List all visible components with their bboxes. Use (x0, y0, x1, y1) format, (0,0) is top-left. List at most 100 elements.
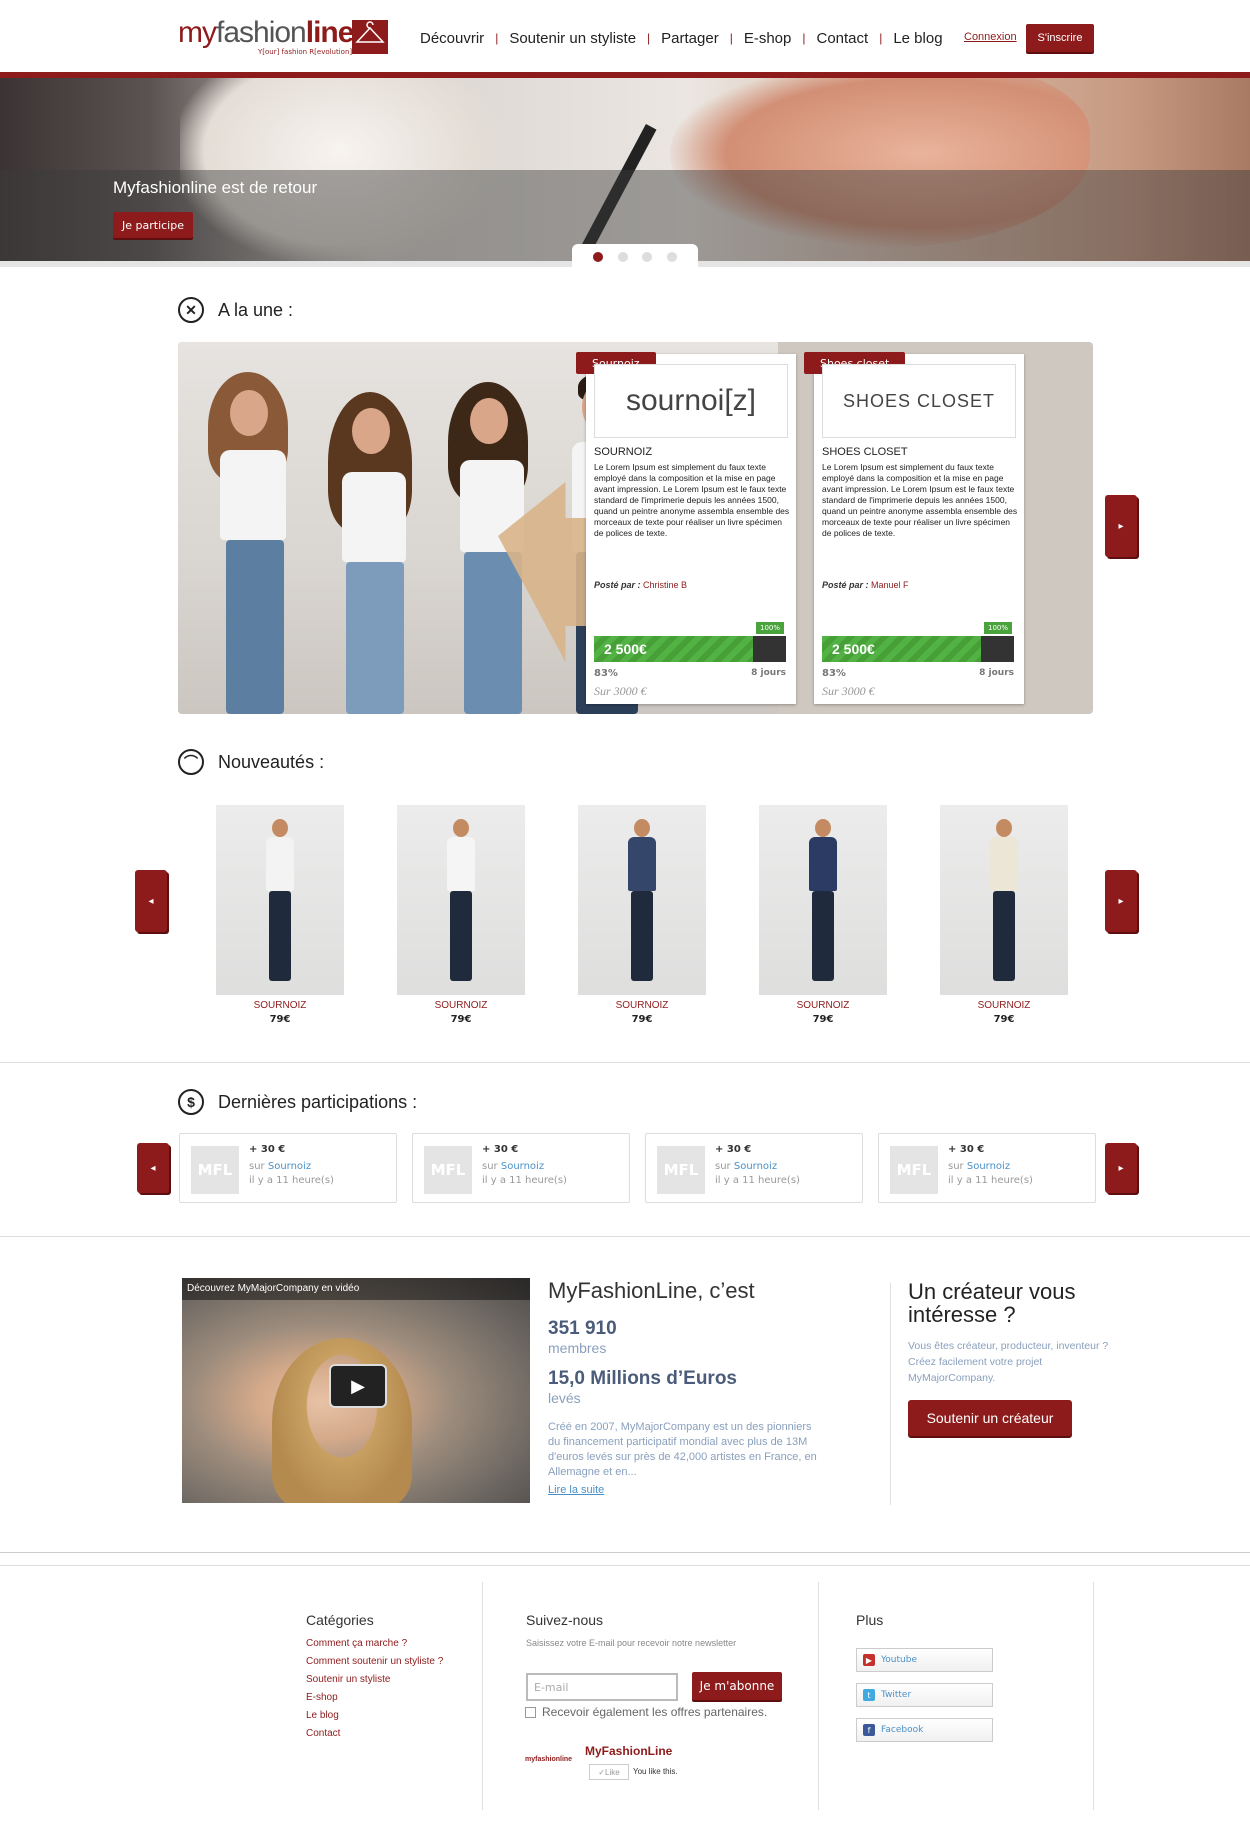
posted-by-user[interactable]: Manuel F (871, 580, 909, 590)
product-item[interactable]: SOURNOIZ 79€ (578, 805, 706, 1025)
signup-button[interactable]: S'inscrire (1026, 24, 1094, 52)
partner-offers-checkbox[interactable] (525, 1706, 536, 1718)
facebook-link[interactable]: f Facebook (856, 1718, 993, 1742)
newsletter-email-input[interactable]: E-mail (526, 1673, 678, 1701)
product-image[interactable] (578, 805, 706, 995)
twitter-icon: t (863, 1689, 875, 1701)
play-icon[interactable]: ▶ (329, 1364, 387, 1408)
video-player[interactable]: Découvrez MyMajorCompany en vidéo ▶ (182, 1278, 530, 1503)
site-logo[interactable]: myfashionline Y[our] fashion R[evolution… (178, 14, 388, 60)
project-card[interactable]: Shoes closet SHOES CLOSET SHOES CLOSET L… (804, 352, 1024, 704)
participations-prev-button[interactable]: ◂ (137, 1143, 169, 1193)
partner-offers-option[interactable]: Recevoir également les offres partenaire… (525, 1705, 767, 1719)
participation-item[interactable]: MFL + 30 € sur Sournoiz il y a 11 heure(… (645, 1133, 863, 1203)
dollar-icon: $ (178, 1089, 204, 1115)
logo-part-line: line (305, 16, 355, 49)
footer-link[interactable]: E-shop (306, 1692, 443, 1703)
featured-heading-text: A la une : (218, 299, 294, 320)
support-creator-button[interactable]: Soutenir un créateur (908, 1400, 1072, 1436)
product-brand[interactable]: SOURNOIZ (578, 1000, 706, 1011)
participation-brand-link[interactable]: Sournoiz (967, 1161, 1010, 1172)
slider-dot[interactable] (667, 252, 678, 262)
product-image[interactable] (759, 805, 887, 995)
footer-column-divider (818, 1582, 819, 1810)
product-item[interactable]: SOURNOIZ 79€ (216, 805, 344, 1025)
slider-dot[interactable] (642, 252, 653, 262)
twitter-link[interactable]: t Twitter (856, 1683, 993, 1707)
fb-like-button[interactable]: ✓ Like (589, 1764, 629, 1780)
fb-like-status: You like this. (633, 1767, 678, 1776)
nav-eshop[interactable]: E-shop (744, 30, 792, 47)
nav-soutenir-styliste[interactable]: Soutenir un styliste (509, 30, 636, 47)
product-brand[interactable]: SOURNOIZ (940, 1000, 1068, 1011)
funding-progress-bar: 2 500€ (822, 636, 1014, 662)
footer-categories-title: Catégories (306, 1612, 374, 1628)
nav-partager[interactable]: Partager (661, 30, 719, 47)
footer-divider (0, 1552, 1250, 1553)
funding-percent: 83% (594, 668, 618, 679)
participation-time: il y a 11 heure(s) (948, 1175, 1033, 1186)
logo-part-my: my (178, 16, 217, 49)
section-divider (0, 1236, 1250, 1237)
featured-next-button[interactable]: ▸ (1105, 495, 1137, 557)
funding-days-left: 8 jours (751, 668, 786, 678)
project-posted-by: Posté par : Manuel F (822, 580, 909, 590)
fb-page-name[interactable]: MyFashionLine (585, 1744, 672, 1758)
partner-offers-label: Recevoir également les offres partenaire… (542, 1705, 768, 1719)
fb-page-logo: myfashionline (525, 1756, 573, 1763)
news-prev-button[interactable]: ◂ (135, 870, 167, 932)
product-item[interactable]: SOURNOIZ 79€ (940, 805, 1068, 1025)
posted-by-user[interactable]: Christine B (643, 580, 687, 590)
footer-column-divider (482, 1582, 483, 1810)
hero-participate-button[interactable]: Je participe (113, 212, 193, 238)
project-description: Le Lorem Ipsum est simplement du faux te… (822, 462, 1018, 538)
login-link[interactable]: Connexion (964, 31, 1017, 43)
slider-dot[interactable] (617, 252, 628, 262)
product-brand[interactable]: SOURNOIZ (759, 1000, 887, 1011)
funds-raised: 15,0 Millions d’Euros (548, 1368, 737, 1389)
product-price: 79€ (450, 1014, 472, 1025)
footer-link[interactable]: Comment ça marche ? (306, 1638, 443, 1649)
product-item[interactable]: SOURNOIZ 79€ (397, 805, 525, 1025)
youtube-link[interactable]: ▶ Youtube (856, 1648, 993, 1672)
subscribe-button[interactable]: Je m'abonne (692, 1672, 782, 1700)
footer-link[interactable]: Soutenir un styliste (306, 1674, 443, 1685)
nav-blog[interactable]: Le blog (893, 30, 942, 47)
participation-brand-link[interactable]: Sournoiz (734, 1161, 777, 1172)
product-image[interactable] (940, 805, 1068, 995)
participant-logo: MFL (424, 1146, 472, 1194)
participation-item[interactable]: MFL + 30 € sur Sournoiz il y a 11 heure(… (878, 1133, 1096, 1203)
project-card[interactable]: Sournoiz sournoi[z] SOURNOIZ Le Lorem Ip… (576, 352, 796, 704)
participation-item[interactable]: MFL + 30 € sur Sournoiz il y a 11 heure(… (412, 1133, 630, 1203)
participations-next-button[interactable]: ▸ (1105, 1143, 1137, 1193)
participation-brand-link[interactable]: Sournoiz (268, 1161, 311, 1172)
participant-logo: MFL (191, 1146, 239, 1194)
participation-sur-label: sur (715, 1161, 731, 1172)
footer-link[interactable]: Le blog (306, 1710, 443, 1721)
project-description: Le Lorem Ipsum est simplement du faux te… (594, 462, 790, 538)
funding-badge: 100% (756, 622, 784, 634)
nav-decouvrir[interactable]: Découvrir (420, 30, 484, 47)
product-brand[interactable]: SOURNOIZ (216, 1000, 344, 1011)
project-name: SHOES CLOSET (822, 446, 908, 458)
news-next-button[interactable]: ▸ (1105, 870, 1137, 932)
participation-item[interactable]: MFL + 30 € sur Sournoiz il y a 11 heure(… (179, 1133, 397, 1203)
product-price: 79€ (631, 1014, 653, 1025)
nav-separator: | (647, 31, 651, 45)
product-brand[interactable]: SOURNOIZ (397, 1000, 525, 1011)
product-image[interactable] (397, 805, 525, 995)
nav-contact[interactable]: Contact (817, 30, 869, 47)
read-more-link[interactable]: Lire la suite (548, 1484, 604, 1496)
section-divider (0, 1062, 1250, 1063)
product-item[interactable]: SOURNOIZ 79€ (759, 805, 887, 1025)
slider-dots (572, 244, 698, 270)
footer-link[interactable]: Contact (306, 1728, 443, 1739)
footer-link[interactable]: Comment soutenir un styliste ? (306, 1656, 443, 1667)
product-image[interactable] (216, 805, 344, 995)
participation-brand-link[interactable]: Sournoiz (501, 1161, 544, 1172)
participation-time: il y a 11 heure(s) (482, 1175, 567, 1186)
main-nav: Découvrir | Soutenir un styliste | Parta… (420, 28, 943, 48)
slider-dot[interactable] (592, 252, 603, 262)
shoe-icon: ⌒ (178, 749, 204, 775)
hero-banner: Myfashionline est de retour Je participe (0, 78, 1250, 261)
